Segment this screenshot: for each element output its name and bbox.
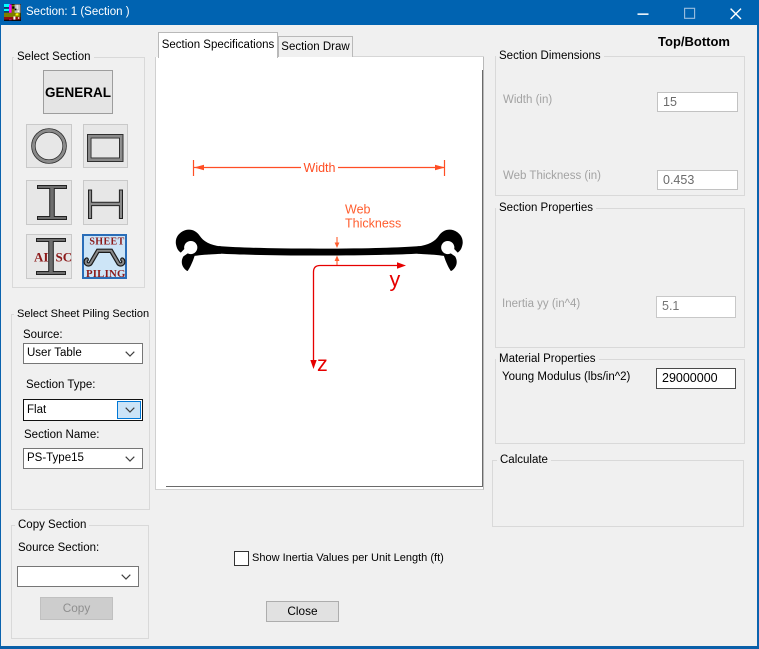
svg-text:SC: SC [56, 250, 73, 265]
svg-text:y: y [390, 268, 401, 292]
svg-text:SHEET: SHEET [89, 237, 124, 248]
svg-text:AI: AI [34, 250, 48, 265]
svg-text:PILING: PILING [86, 268, 126, 279]
svg-text:z: z [317, 352, 328, 376]
svg-text:Width: Width [304, 161, 336, 175]
svg-text:Thickness: Thickness [345, 217, 401, 231]
svg-text:Web: Web [345, 203, 371, 217]
